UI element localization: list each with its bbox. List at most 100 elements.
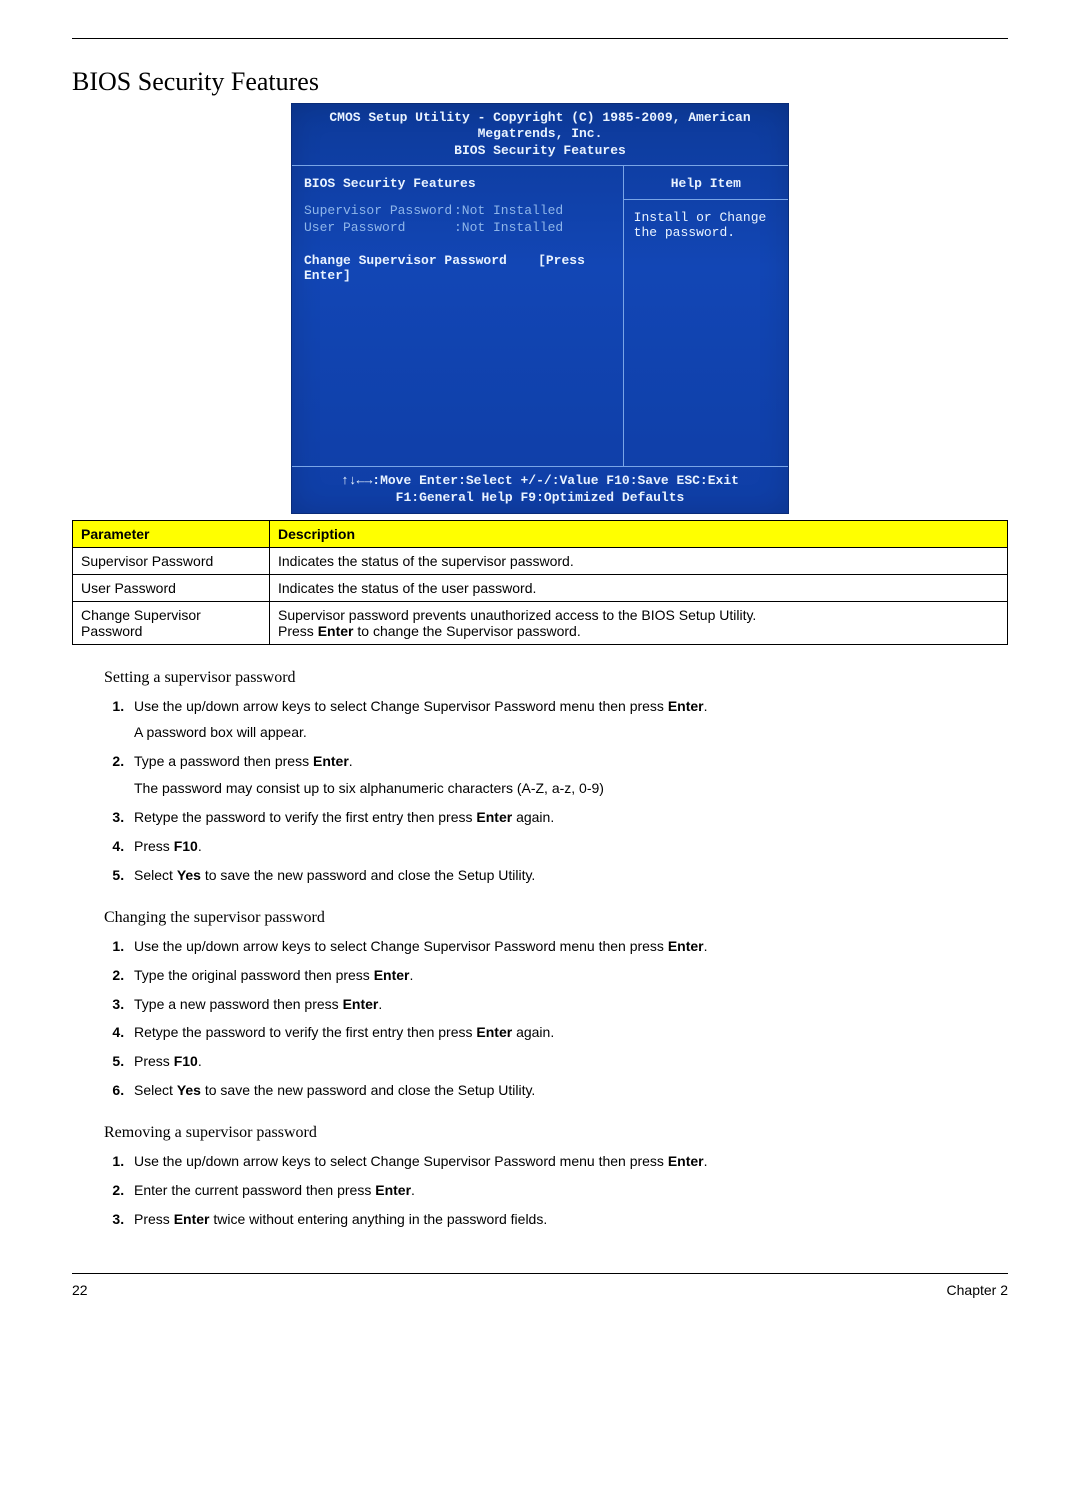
page-number: 22 — [72, 1282, 88, 1298]
step-text: Use the up/down arrow keys to select Cha… — [134, 1153, 668, 1169]
bios-user-value: :Not Installed — [454, 220, 563, 235]
cell-desc: Indicates the status of the user passwor… — [270, 574, 1008, 601]
bios-supervisor-value: :Not Installed — [454, 203, 563, 218]
list-item: Select Yes to save the new password and … — [128, 1081, 1008, 1100]
step-text: Press — [134, 1211, 174, 1227]
table-row: Change Supervisor Password Supervisor pa… — [73, 601, 1008, 644]
step-tail: . — [704, 938, 708, 954]
step-bold: F10 — [174, 838, 198, 854]
cell-param: Change Supervisor Password — [73, 601, 270, 644]
step-bold: Yes — [177, 867, 201, 883]
bios-footer: ↑↓←→:Move Enter:Select +/-/:Value F10:Sa… — [292, 467, 788, 513]
list-item: Select Yes to save the new password and … — [128, 866, 1008, 885]
step-tail: to save the new password and close the S… — [201, 867, 535, 883]
list-item: Press F10. — [128, 837, 1008, 856]
table-row: User Password Indicates the status of th… — [73, 574, 1008, 601]
step-text: Type a password then press — [134, 753, 313, 769]
list-item: Press Enter twice without entering anyth… — [128, 1210, 1008, 1229]
step-tail: . — [411, 1182, 415, 1198]
step-tail: . — [198, 838, 202, 854]
step-text: Type a new password then press — [134, 996, 343, 1012]
step-bold: Enter — [668, 698, 704, 714]
top-rule — [72, 38, 1008, 39]
table-row: Supervisor Password Indicates the status… — [73, 547, 1008, 574]
step-bold: Enter — [343, 996, 379, 1012]
step-tail: . — [198, 1053, 202, 1069]
step-text: Use the up/down arrow keys to select Cha… — [134, 698, 668, 714]
list-item: Retype the password to verify the first … — [128, 808, 1008, 827]
subhead-removing: Removing a supervisor password — [104, 1124, 1008, 1142]
steps-setting: Use the up/down arrow keys to select Cha… — [128, 697, 1008, 885]
step-bold: Enter — [668, 938, 704, 954]
cell-param: User Password — [73, 574, 270, 601]
bios-screenshot: CMOS Setup Utility - Copyright (C) 1985-… — [291, 103, 789, 514]
bios-help-text: Install or Change the password. — [634, 210, 778, 240]
list-item: Use the up/down arrow keys to select Cha… — [128, 697, 1008, 743]
cell-desc: Supervisor password prevents unauthorize… — [270, 601, 1008, 644]
bios-titlebar: CMOS Setup Utility - Copyright (C) 1985-… — [292, 104, 788, 166]
bios-change-pw-row: Change Supervisor Password [Press Enter] — [304, 253, 611, 283]
bios-supervisor-label: Supervisor Password — [304, 203, 454, 218]
step-text: Press — [134, 1053, 174, 1069]
bios-change-pw-label: Change Supervisor Password — [304, 253, 507, 268]
bios-help-header: Help Item — [624, 166, 788, 200]
list-item: Use the up/down arrow keys to select Cha… — [128, 937, 1008, 956]
steps-changing: Use the up/down arrow keys to select Cha… — [128, 937, 1008, 1100]
bios-supervisor-row: Supervisor Password :Not Installed — [304, 203, 611, 218]
step-tail: . — [704, 698, 708, 714]
step-bold: Enter — [476, 1024, 512, 1040]
table-header-row: Parameter Description — [73, 520, 1008, 547]
list-item: Type the original password then press En… — [128, 966, 1008, 985]
list-item: Retype the password to verify the first … — [128, 1023, 1008, 1042]
bios-user-row: User Password :Not Installed — [304, 220, 611, 235]
step-tail: . — [349, 753, 353, 769]
step-bold: Enter — [375, 1182, 411, 1198]
step-subline: A password box will appear. — [134, 723, 1008, 742]
list-item: Use the up/down arrow keys to select Cha… — [128, 1152, 1008, 1171]
cell-desc-line2c: to change the Supervisor password. — [353, 623, 580, 639]
cell-param: Supervisor Password — [73, 547, 270, 574]
page-footer: 22 Chapter 2 — [72, 1273, 1008, 1298]
subhead-changing: Changing the supervisor password — [104, 909, 1008, 927]
list-item: Type a new password then press Enter. — [128, 995, 1008, 1014]
steps-removing: Use the up/down arrow keys to select Cha… — [128, 1152, 1008, 1229]
step-text: Select — [134, 867, 177, 883]
step-text: Type the original password then press — [134, 967, 374, 983]
step-tail: to save the new password and close the S… — [201, 1082, 535, 1098]
cell-desc: Indicates the status of the supervisor p… — [270, 547, 1008, 574]
cell-desc-line1: Supervisor password prevents unauthorize… — [278, 607, 756, 623]
step-bold: Yes — [177, 1082, 201, 1098]
step-tail: again. — [512, 1024, 554, 1040]
parameter-table: Parameter Description Supervisor Passwor… — [72, 520, 1008, 645]
page-chapter: Chapter 2 — [947, 1282, 1008, 1298]
step-bold: F10 — [174, 1053, 198, 1069]
cell-desc-line2b: Enter — [318, 623, 354, 639]
bios-user-label: User Password — [304, 220, 454, 235]
list-item: Enter the current password then press En… — [128, 1181, 1008, 1200]
step-bold: Enter — [374, 967, 410, 983]
page-title: BIOS Security Features — [72, 67, 1008, 97]
th-parameter: Parameter — [73, 520, 270, 547]
step-bold: Enter — [174, 1211, 210, 1227]
step-text: Select — [134, 1082, 177, 1098]
step-tail: again. — [512, 809, 554, 825]
step-tail: . — [378, 996, 382, 1012]
step-bold: Enter — [313, 753, 349, 769]
bios-footer-line1: ↑↓←→:Move Enter:Select +/-/:Value F10:Sa… — [300, 473, 780, 490]
step-tail: . — [410, 967, 414, 983]
bios-footer-line2: F1:General Help F9:Optimized Defaults — [300, 490, 780, 507]
list-item: Type a password then press Enter. The pa… — [128, 752, 1008, 798]
subhead-setting: Setting a supervisor password — [104, 669, 1008, 687]
step-subline: The password may consist up to six alpha… — [134, 779, 1008, 798]
step-text: Retype the password to verify the first … — [134, 1024, 476, 1040]
step-tail: . — [704, 1153, 708, 1169]
step-text: Use the up/down arrow keys to select Cha… — [134, 938, 668, 954]
bios-body: BIOS Security Features Supervisor Passwo… — [292, 166, 788, 467]
bios-left-pane: BIOS Security Features Supervisor Passwo… — [292, 166, 624, 466]
step-text: Enter the current password then press — [134, 1182, 375, 1198]
bios-title-line1: CMOS Setup Utility - Copyright (C) 1985-… — [298, 110, 782, 143]
bios-left-header: BIOS Security Features — [304, 176, 611, 191]
step-bold: Enter — [668, 1153, 704, 1169]
step-tail: twice without entering anything in the p… — [209, 1211, 547, 1227]
step-bold: Enter — [476, 809, 512, 825]
